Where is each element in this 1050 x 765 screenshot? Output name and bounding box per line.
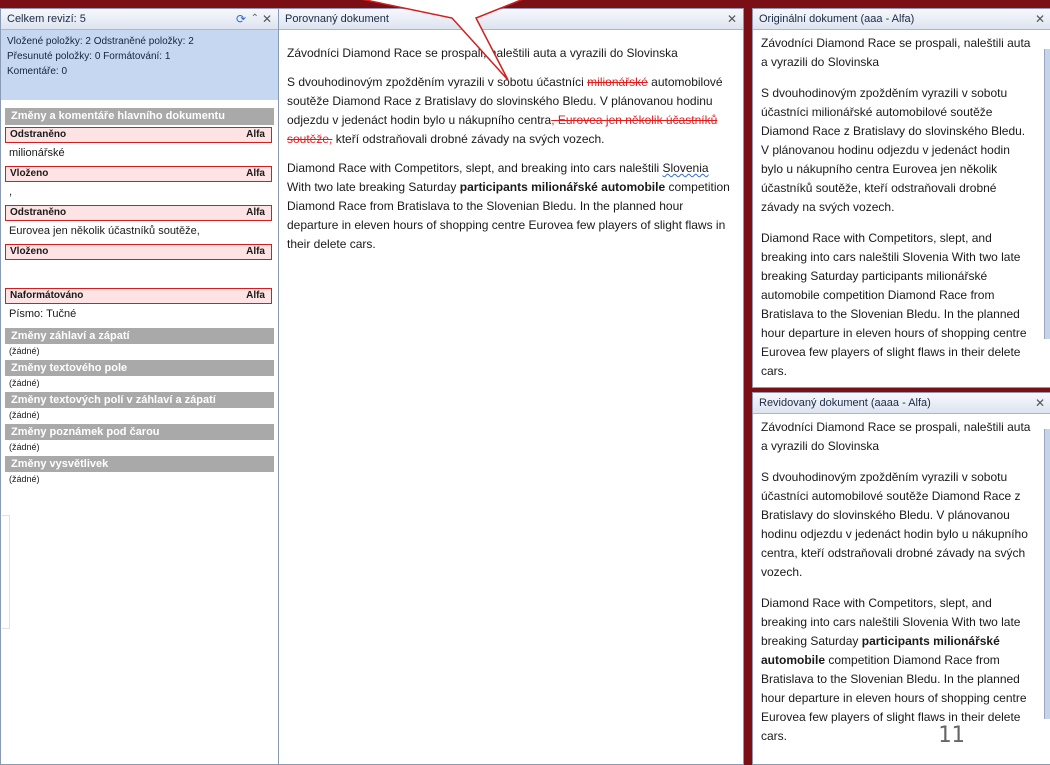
reviewing-pane-header: Celkem revizí: 5 ⟳ ⌃ ✕ bbox=[1, 9, 278, 30]
change-item[interactable]: Naformátováno Alfa bbox=[5, 288, 272, 304]
revised-document-title: Revidovaný dokument (aaaa - Alfa) bbox=[759, 397, 931, 409]
reviewing-pane: Celkem revizí: 5 ⟳ ⌃ ✕ Vložené položky: … bbox=[0, 8, 279, 765]
change-author: Alfa bbox=[246, 129, 265, 140]
compared-document-pane: Porovnaný dokument ✕ Závodníci Diamond R… bbox=[278, 8, 744, 765]
change-text[interactable]: Eurovea jen několik účastníků soutěže, bbox=[1, 221, 278, 242]
summary-line: Přesunuté položky: 0 Formátování: 1 bbox=[7, 51, 171, 62]
vertical-scrollbar[interactable] bbox=[1044, 49, 1050, 339]
original-document-header: Originální dokument (aaa - Alfa) ✕ bbox=[753, 9, 1050, 30]
paragraph: S dvouhodinovým zpožděním vyrazili v sob… bbox=[761, 470, 1028, 579]
paragraph: S dvouhodinovým zpožděním vyrazili v sob… bbox=[761, 86, 1026, 214]
section-endnotes[interactable]: Změny vysvětlivek bbox=[5, 456, 274, 472]
chevron-up-icon[interactable]: ⌃ bbox=[251, 9, 259, 29]
refresh-icon[interactable]: ⟳ bbox=[236, 9, 246, 29]
paragraph: Diamond Race with Competitors, slept, an… bbox=[761, 594, 1035, 746]
original-document-body[interactable]: Závodníci Diamond Race se prospali, nale… bbox=[753, 30, 1050, 381]
change-author: Alfa bbox=[246, 290, 265, 301]
change-type: Odstraněno bbox=[10, 129, 67, 140]
change-item[interactable]: Odstraněno Alfa bbox=[5, 205, 272, 221]
change-type: Vloženo bbox=[10, 168, 49, 179]
section-value: (žádné) bbox=[9, 442, 40, 452]
change-type: Vloženo bbox=[10, 246, 49, 257]
change-text[interactable]: , bbox=[1, 182, 278, 203]
paragraph: Závodníci Diamond Race se prospali, nale… bbox=[761, 36, 1031, 69]
bold-text: participants milionářské automobile bbox=[459, 180, 666, 194]
section-main-document[interactable]: Změny a komentáře hlavního dokumentu bbox=[5, 108, 274, 125]
section-textbox[interactable]: Změny textového pole bbox=[5, 360, 274, 376]
change-text[interactable]: Písmo: Tučné bbox=[1, 304, 278, 325]
change-type: Odstraněno bbox=[10, 207, 67, 218]
text-run: With two late breaking Saturday bbox=[287, 180, 460, 194]
change-text[interactable]: milionářské bbox=[1, 143, 278, 164]
section-value: (žádné) bbox=[9, 346, 40, 356]
paragraph: Závodníci Diamond Race se prospali, nale… bbox=[761, 420, 1031, 453]
change-text[interactable] bbox=[1, 260, 278, 286]
original-document-pane: Originální dokument (aaa - Alfa) ✕ Závod… bbox=[752, 8, 1050, 388]
section-header-textboxes[interactable]: Změny textových polí v záhlaví a zápatí bbox=[5, 392, 274, 408]
text-run: Diamond Race with Competitors, slept, an… bbox=[287, 161, 663, 175]
change-author: Alfa bbox=[246, 168, 265, 179]
change-item[interactable]: Odstraněno Alfa bbox=[5, 127, 272, 143]
summary-line: Komentáře: 0 bbox=[7, 66, 68, 77]
change-item[interactable]: Vloženo Alfa bbox=[5, 166, 272, 182]
section-value: (žádné) bbox=[9, 410, 40, 420]
close-icon[interactable]: ✕ bbox=[1035, 9, 1045, 29]
change-author: Alfa bbox=[246, 207, 265, 218]
paragraph: Diamond Race with Competitors, slept, an… bbox=[287, 159, 735, 254]
spelling-flagged-text: Slovenia bbox=[662, 161, 709, 175]
page-number: 11 bbox=[938, 723, 965, 748]
close-icon[interactable]: ✕ bbox=[727, 9, 737, 29]
original-document-title: Originální dokument (aaa - Alfa) bbox=[759, 13, 915, 25]
close-icon[interactable]: ✕ bbox=[262, 9, 272, 29]
frame-edge bbox=[2, 515, 10, 629]
revisions-count: Celkem revizí: 5 bbox=[7, 13, 86, 25]
revised-document-body[interactable]: Závodníci Diamond Race se prospali, nale… bbox=[753, 414, 1050, 746]
deleted-text: milionářské bbox=[587, 75, 648, 89]
callout-pointer bbox=[361, 0, 524, 81]
text-run: kteří odstraňovali drobné závady na svýc… bbox=[332, 132, 605, 146]
revised-document-pane: Revidovaný dokument (aaaa - Alfa) ✕ Závo… bbox=[752, 392, 1050, 765]
change-type: Naformátováno bbox=[10, 290, 84, 301]
change-author: Alfa bbox=[246, 246, 265, 257]
section-header-footer[interactable]: Změny záhlaví a zápatí bbox=[5, 328, 274, 344]
section-value: (žádné) bbox=[9, 378, 40, 388]
summary-line: Vložené položky: 2 Odstraněné položky: 2 bbox=[7, 36, 194, 47]
section-value: (žádné) bbox=[9, 474, 40, 484]
change-item[interactable]: Vloženo Alfa bbox=[5, 244, 272, 260]
close-icon[interactable]: ✕ bbox=[1035, 393, 1045, 413]
paragraph: Diamond Race with Competitors, slept, an… bbox=[761, 231, 1027, 378]
revised-document-header: Revidovaný dokument (aaaa - Alfa) ✕ bbox=[753, 393, 1050, 414]
revisions-summary: Vložené položky: 2 Odstraněné položky: 2… bbox=[1, 30, 278, 100]
section-footnotes[interactable]: Změny poznámek pod čarou bbox=[5, 424, 274, 440]
vertical-scrollbar[interactable] bbox=[1044, 429, 1050, 719]
